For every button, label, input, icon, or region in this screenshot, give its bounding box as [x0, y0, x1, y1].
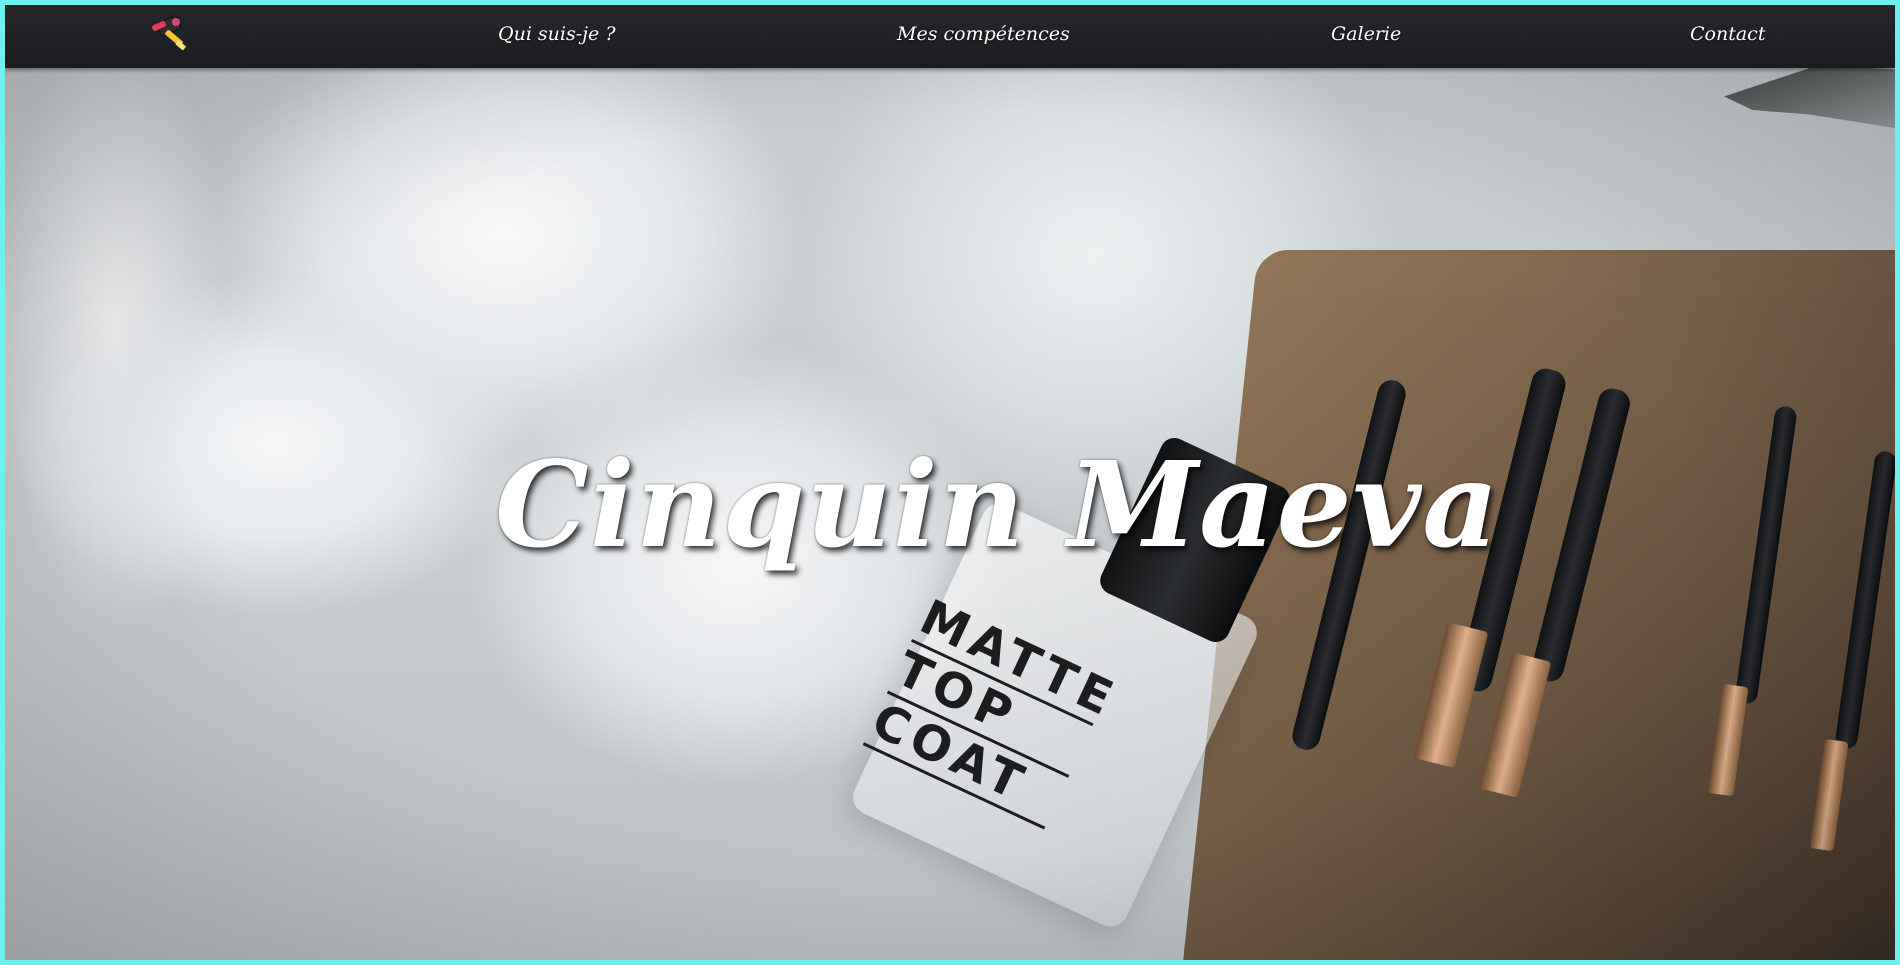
nav-link-gallery[interactable]: Galerie	[1331, 23, 1401, 45]
top-navbar: Qui suis-je ? Mes compétences Galerie Co…	[5, 5, 1895, 68]
nav-link-skills[interactable]: Mes compétences	[897, 23, 1070, 45]
hero-title: Cinquin Maeva	[495, 435, 1500, 574]
nav-link-contact[interactable]: Contact	[1690, 23, 1765, 45]
wooden-board	[1182, 250, 1895, 960]
plant-leaves	[1724, 65, 1895, 128]
page-frame: MATTE TOP COAT Qui suis-je ? Mes compéte…	[5, 5, 1895, 960]
nav-link-about[interactable]: Qui suis-je ?	[498, 23, 616, 45]
makeup-kit-icon[interactable]	[148, 13, 196, 55]
